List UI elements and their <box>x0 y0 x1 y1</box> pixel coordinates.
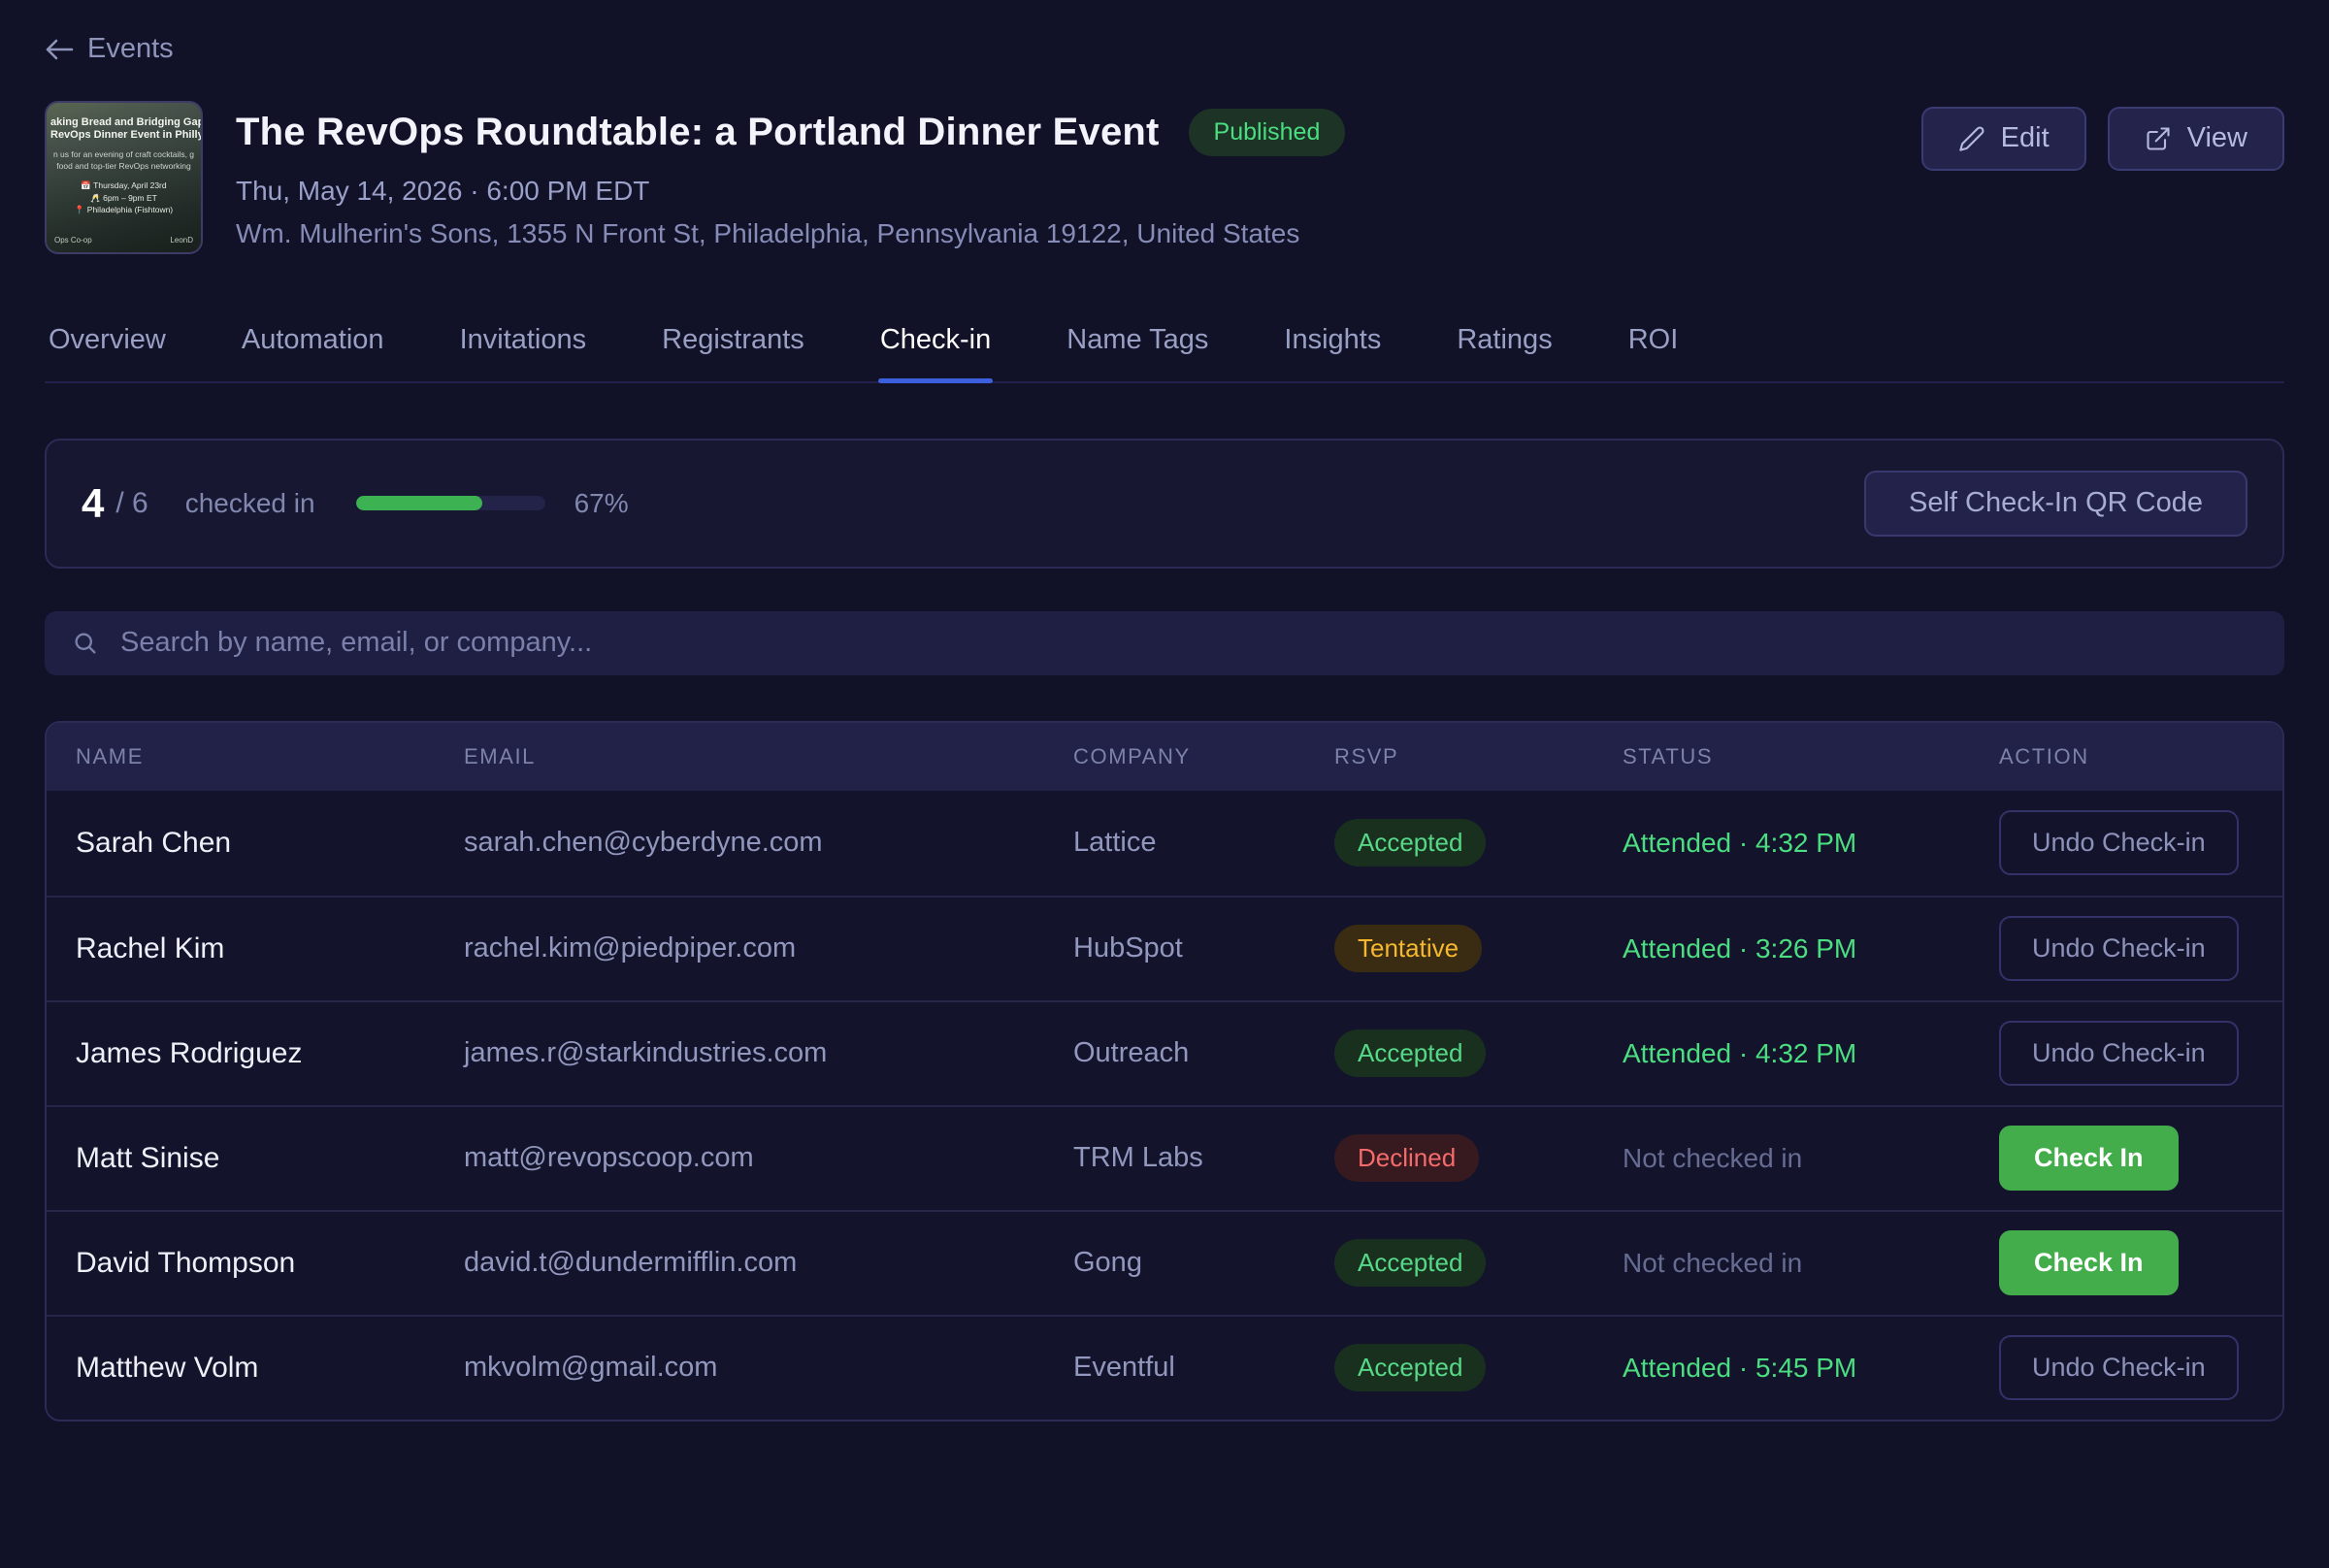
checkin-action-button[interactable]: Undo Check-in <box>1999 810 2239 875</box>
attendee-company: Eventful <box>1073 1352 1334 1384</box>
event-datetime: Thu, May 14, 2026 · 6:00 PM EDT <box>236 176 1921 207</box>
column-header-email: Email <box>464 744 1073 769</box>
rsvp-badge: Tentative <box>1334 925 1482 972</box>
attendee-company: TRM Labs <box>1073 1142 1334 1174</box>
table-row: Matthew Volm mkvolm@gmail.com Eventful A… <box>47 1315 2282 1420</box>
event-location: Wm. Mulherin's Sons, 1355 N Front St, Ph… <box>236 218 1921 249</box>
rsvp-badge: Accepted <box>1334 1029 1486 1077</box>
attendee-name: Sarah Chen <box>76 827 464 860</box>
attendee-name: Matt Sinise <box>76 1142 464 1175</box>
checkin-progress-fill <box>356 496 483 510</box>
tab-insights[interactable]: Insights <box>1282 310 1383 381</box>
column-header-action: Action <box>1999 744 2253 769</box>
attendee-company: Gong <box>1073 1247 1334 1279</box>
published-status-badge: Published <box>1189 109 1346 156</box>
table-row: David Thompson david.t@dundermifflin.com… <box>47 1210 2282 1315</box>
attendee-name: Rachel Kim <box>76 932 464 965</box>
rsvp-badge: Accepted <box>1334 1344 1486 1391</box>
view-button[interactable]: View <box>2108 107 2284 171</box>
attendee-email: david.t@dundermifflin.com <box>464 1247 1073 1279</box>
attendee-email: matt@revopscoop.com <box>464 1142 1073 1174</box>
checkin-status: Attended · 4:32 PM <box>1623 1038 1999 1069</box>
search-bar <box>45 611 2284 675</box>
attendee-email: mkvolm@gmail.com <box>464 1352 1073 1384</box>
checkin-status: Not checked in <box>1623 1143 1999 1174</box>
column-header-name: Name <box>76 744 464 769</box>
checked-in-label: checked in <box>185 488 315 519</box>
external-link-icon <box>2145 125 2172 152</box>
search-icon <box>72 630 99 657</box>
pencil-icon <box>1958 125 1985 152</box>
tab-registrants[interactable]: Registrants <box>660 310 806 381</box>
checkin-action-button[interactable]: Check In <box>1999 1126 2179 1191</box>
checkin-action-button[interactable]: Undo Check-in <box>1999 1335 2239 1400</box>
checkin-status: Attended · 3:26 PM <box>1623 933 1999 964</box>
checkin-status: Not checked in <box>1623 1248 1999 1279</box>
checkin-action-button[interactable]: Check In <box>1999 1230 2179 1295</box>
event-thumbnail: aking Bread and Bridging Gap RevOps Dinn… <box>45 101 203 254</box>
tab-overview[interactable]: Overview <box>47 310 168 381</box>
table-header: Name Email Company RSVP Status Action <box>47 723 2282 791</box>
tab-bar: Overview Automation Invitations Registrants… <box>45 310 2284 383</box>
back-to-events-link[interactable]: Events <box>45 33 174 65</box>
checkin-percent: 67% <box>574 488 629 519</box>
page-title: The RevOps Roundtable: a Portland Dinner… <box>236 111 1160 154</box>
tab-name-tags[interactable]: Name Tags <box>1065 310 1210 381</box>
checked-in-count: 4 <box>82 480 104 527</box>
attendees-table: Name Email Company RSVP Status Action Sa… <box>45 721 2284 1421</box>
tab-roi[interactable]: ROI <box>1626 310 1681 381</box>
table-row: Rachel Kim rachel.kim@piedpiper.com HubS… <box>47 896 2282 1000</box>
tab-invitations[interactable]: Invitations <box>458 310 589 381</box>
event-header: aking Bread and Bridging Gap RevOps Dinn… <box>45 101 2284 254</box>
checked-in-total: / 6 <box>115 487 148 520</box>
checkin-summary-panel: 4 / 6 checked in 67% Self Check-In QR Co… <box>45 439 2284 569</box>
search-input[interactable] <box>120 627 2257 659</box>
attendee-name: Matthew Volm <box>76 1352 464 1385</box>
checkin-progress-bar <box>356 496 545 510</box>
tab-ratings[interactable]: Ratings <box>1455 310 1554 381</box>
rsvp-badge: Declined <box>1334 1134 1479 1182</box>
table-row: James Rodriguez james.r@starkindustries.… <box>47 1000 2282 1105</box>
table-row: Matt Sinise matt@revopscoop.com TRM Labs… <box>47 1105 2282 1210</box>
column-header-company: Company <box>1073 744 1334 769</box>
column-header-rsvp: RSVP <box>1334 744 1623 769</box>
table-body: Sarah Chen sarah.chen@cyberdyne.com Latt… <box>47 791 2282 1420</box>
rsvp-badge: Accepted <box>1334 1239 1486 1287</box>
thumb-headline: aking Bread and Bridging Gap <box>50 116 197 130</box>
checkin-status: Attended · 5:45 PM <box>1623 1353 1999 1384</box>
event-checkin-page: Events aking Bread and Bridging Gap RevO… <box>0 0 2329 1568</box>
attendee-company: Lattice <box>1073 827 1334 859</box>
tab-check-in[interactable]: Check-in <box>878 310 993 381</box>
tab-automation[interactable]: Automation <box>240 310 386 381</box>
attendee-company: Outreach <box>1073 1037 1334 1069</box>
attendee-name: David Thompson <box>76 1247 464 1280</box>
checkin-status: Attended · 4:32 PM <box>1623 828 1999 859</box>
attendee-company: HubSpot <box>1073 932 1334 964</box>
rsvp-badge: Accepted <box>1334 819 1486 866</box>
attendee-email: sarah.chen@cyberdyne.com <box>464 827 1073 859</box>
attendee-email: james.r@starkindustries.com <box>464 1037 1073 1069</box>
table-row: Sarah Chen sarah.chen@cyberdyne.com Latt… <box>47 791 2282 896</box>
self-checkin-qr-button[interactable]: Self Check-In QR Code <box>1864 471 2247 537</box>
back-label: Events <box>87 33 174 65</box>
back-arrow-icon <box>45 38 74 61</box>
attendee-email: rachel.kim@piedpiper.com <box>464 932 1073 964</box>
edit-button[interactable]: Edit <box>1921 107 2086 171</box>
checkin-action-button[interactable]: Undo Check-in <box>1999 916 2239 981</box>
checkin-action-button[interactable]: Undo Check-in <box>1999 1021 2239 1086</box>
attendee-name: James Rodriguez <box>76 1037 464 1070</box>
column-header-status: Status <box>1623 744 1999 769</box>
